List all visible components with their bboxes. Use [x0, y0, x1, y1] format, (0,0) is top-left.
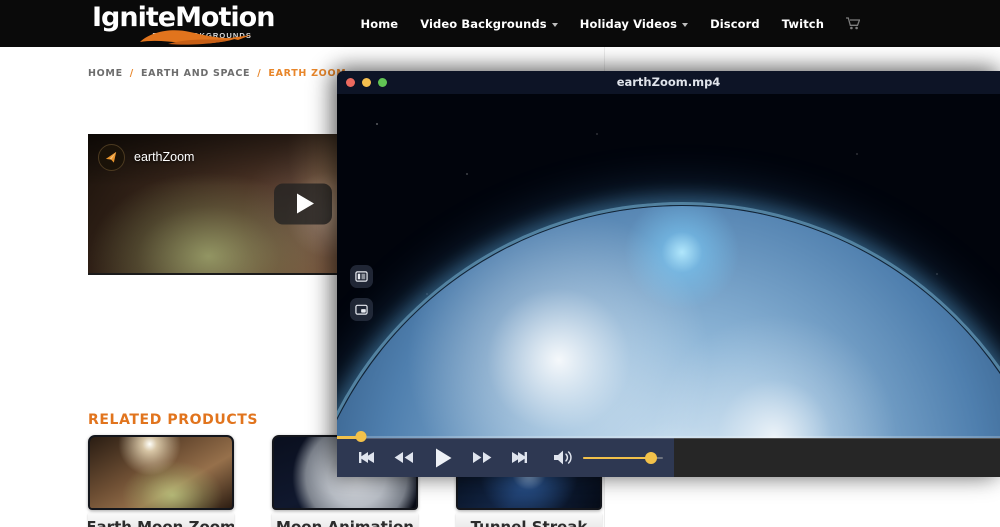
product-title: Earth Moon Zoom	[88, 512, 234, 527]
fast-forward-icon[interactable]	[472, 450, 492, 465]
nav-item-holiday-videos[interactable]: Holiday Videos	[580, 17, 688, 31]
control-bar-right-background	[674, 438, 1000, 477]
shopping-cart-icon[interactable]	[846, 17, 860, 30]
breadcrumb-category[interactable]: EARTH AND SPACE	[141, 68, 250, 79]
related-products-heading: RELATED PRODUCTS	[88, 412, 258, 428]
rewind-icon[interactable]	[394, 450, 414, 465]
channel-avatar-icon[interactable]	[98, 144, 125, 171]
main-nav: Home Video Backgrounds Holiday Videos Di…	[360, 0, 860, 47]
play-button-icon[interactable]	[274, 183, 332, 224]
nav-label: Discord	[710, 17, 760, 31]
nav-item-video-backgrounds[interactable]: Video Backgrounds	[420, 17, 558, 31]
video-viewport[interactable]	[337, 94, 1000, 438]
product-card-earth-moon-zoom[interactable]: Earth Moon Zoom	[88, 435, 234, 527]
volume-slider[interactable]	[583, 452, 663, 464]
volume-on-icon[interactable]	[553, 449, 575, 466]
nav-item-home[interactable]: Home	[360, 17, 398, 31]
volume-fill	[583, 457, 651, 460]
play-triangle	[297, 194, 314, 214]
nav-label: Video Backgrounds	[420, 17, 547, 31]
chevron-down-icon	[682, 23, 688, 27]
breadcrumb-home[interactable]: HOME	[88, 68, 123, 79]
playback-progress-bar[interactable]	[337, 435, 1000, 439]
breadcrumb-current: EARTH ZOOM	[268, 68, 346, 79]
player-side-buttons	[350, 265, 373, 321]
product-thumbnail[interactable]	[88, 435, 234, 510]
play-icon[interactable]	[434, 447, 453, 469]
nav-label: Holiday Videos	[580, 17, 677, 31]
flame-swoosh-icon	[138, 28, 253, 46]
site-header: IgniteMotion FREE BACKGROUNDS Home Video…	[0, 0, 1000, 47]
picture-in-picture-icon[interactable]	[350, 298, 373, 321]
site-logo[interactable]: IgniteMotion FREE BACKGROUNDS	[92, 4, 252, 44]
breadcrumb-separator: /	[257, 68, 261, 79]
product-title: Moon Animation	[272, 512, 418, 527]
next-track-icon[interactable]	[510, 450, 528, 465]
nav-label: Home	[360, 17, 398, 31]
nav-item-twitch[interactable]: Twitch	[782, 17, 824, 31]
chevron-down-icon	[552, 23, 558, 27]
progress-scrubber-knob[interactable]	[355, 431, 366, 442]
video-player-window[interactable]: earthZoom.mp4	[337, 71, 1000, 477]
nav-label: Twitch	[782, 17, 824, 31]
split-view-icon[interactable]	[350, 265, 373, 288]
page-root: IgniteMotion FREE BACKGROUNDS Home Video…	[0, 0, 1000, 527]
breadcrumb-separator: /	[130, 68, 134, 79]
player-titlebar[interactable]: earthZoom.mp4	[337, 71, 1000, 94]
previous-track-icon[interactable]	[358, 450, 376, 465]
nav-item-discord[interactable]: Discord	[710, 17, 760, 31]
embed-video-title: earthZoom	[134, 150, 194, 164]
progress-track	[337, 436, 1000, 439]
product-title: Tunnel Streak	[456, 512, 602, 527]
player-window-title: earthZoom.mp4	[337, 75, 1000, 89]
volume-knob[interactable]	[645, 452, 657, 464]
breadcrumb: HOME / EARTH AND SPACE / EARTH ZOOM	[88, 68, 346, 79]
